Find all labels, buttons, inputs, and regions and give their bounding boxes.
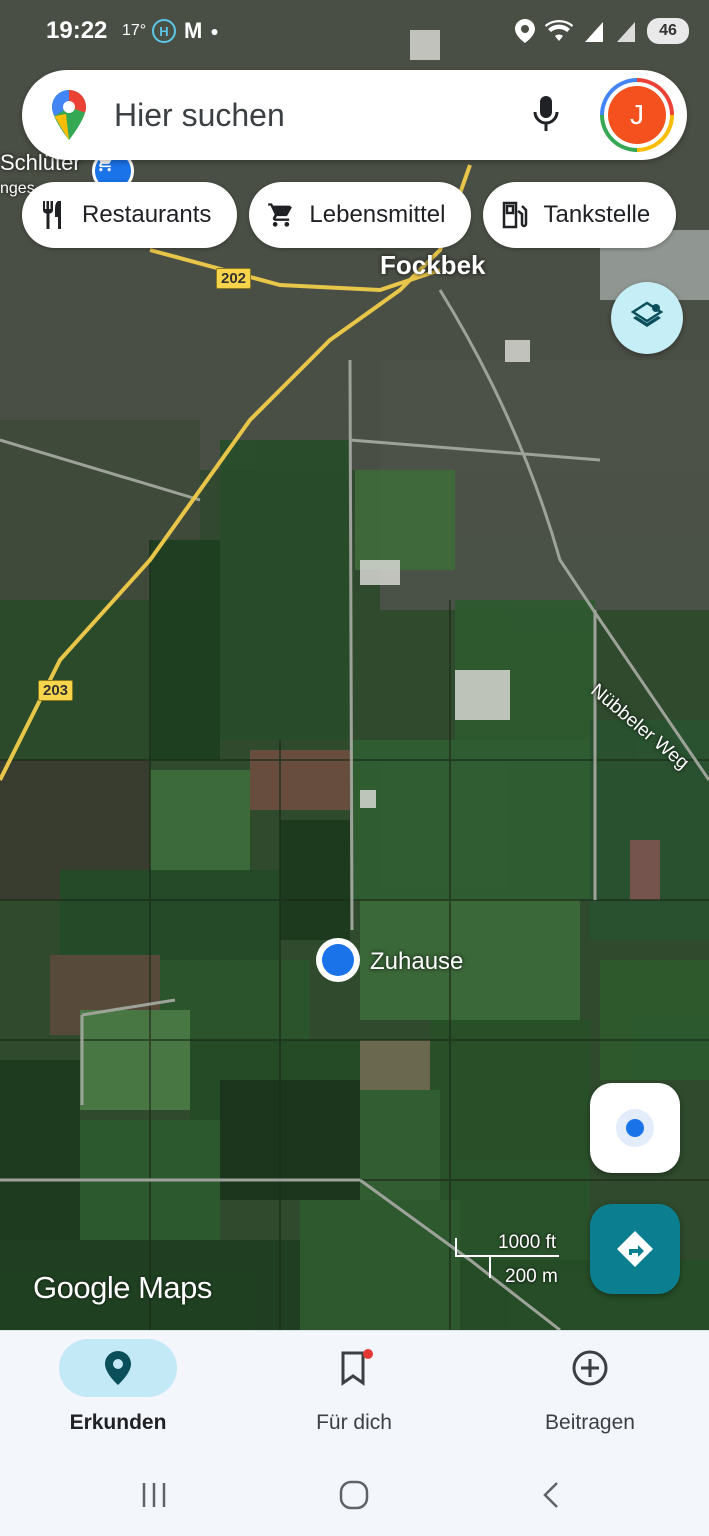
- signal-icon-2: [617, 22, 635, 42]
- road-shield-202: 202: [216, 268, 252, 289]
- chip-lebensmittel[interactable]: Lebensmittel: [249, 182, 472, 248]
- back-button[interactable]: [532, 1478, 572, 1512]
- search-input[interactable]: Hier suchen: [114, 97, 285, 134]
- layers-icon: [630, 301, 664, 327]
- nav-label: Erkunden: [69, 1411, 167, 1434]
- location-status-icon: [515, 19, 535, 43]
- my-location-button[interactable]: [590, 1083, 680, 1173]
- dot-icon: ●: [210, 23, 219, 39]
- chip-label: Tankstelle: [543, 201, 651, 228]
- chip-restaurants[interactable]: Restaurants: [22, 182, 238, 248]
- nav-label: Für dich: [316, 1411, 392, 1434]
- notification-dot: [363, 1349, 373, 1359]
- avatar: J: [608, 86, 666, 144]
- gas-station-icon: [501, 201, 529, 229]
- category-chips: Restaurants Lebensmittel Tankstelle: [22, 182, 677, 248]
- status-temperature: 17°: [122, 22, 147, 39]
- add-circle-icon: [572, 1350, 608, 1386]
- shopping-cart-icon: [267, 201, 295, 229]
- gmail-icon: M: [184, 18, 203, 43]
- nav-label: Beitragen: [545, 1411, 635, 1434]
- status-bar: 19:22 17° H M ● 46: [0, 0, 709, 64]
- wifi-icon: [545, 19, 573, 41]
- google-maps-logo-icon: [52, 90, 86, 140]
- chip-label: Lebensmittel: [309, 201, 446, 228]
- nav-fuer-dich[interactable]: Für dich: [236, 1331, 472, 1453]
- explore-pin-icon: [105, 1351, 131, 1385]
- town-label[interactable]: Fockbek: [380, 250, 486, 281]
- directions-button[interactable]: [590, 1204, 680, 1294]
- road-shield-203: 203: [38, 680, 74, 701]
- layers-button[interactable]: [611, 282, 683, 354]
- nav-beitragen[interactable]: Beitragen: [472, 1331, 708, 1453]
- signal-icon-1: [585, 22, 603, 42]
- chip-label: Restaurants: [82, 201, 212, 228]
- nav-erkunden[interactable]: Erkunden: [0, 1331, 236, 1453]
- recent-apps-button[interactable]: [134, 1478, 174, 1512]
- home-button[interactable]: [334, 1478, 374, 1512]
- directions-icon: [617, 1231, 653, 1267]
- home-label[interactable]: Zuhause: [370, 948, 463, 976]
- status-time: 19:22: [46, 17, 108, 44]
- weather-icon: H: [152, 19, 176, 43]
- search-bar[interactable]: Hier suchen J: [22, 70, 687, 160]
- scale-bar: 1000 ft 200 m: [454, 1230, 569, 1287]
- google-maps-watermark: Google Maps: [33, 1270, 212, 1305]
- my-location-icon: [616, 1109, 654, 1147]
- scale-meters-label: 200 m: [505, 1266, 558, 1287]
- microphone-icon[interactable]: [532, 94, 560, 134]
- home-icon: [339, 1480, 369, 1510]
- home-location-marker[interactable]: [314, 936, 362, 984]
- account-avatar-button[interactable]: J: [600, 78, 674, 152]
- chip-tankstelle[interactable]: Tankstelle: [483, 182, 677, 248]
- back-icon: [543, 1482, 558, 1508]
- bottom-navigation: Erkunden Für dich Beitragen: [0, 1330, 709, 1452]
- fork-knife-icon: [40, 201, 68, 229]
- system-navigation-bar: [0, 1452, 709, 1536]
- scale-feet-label: 1000 ft: [498, 1232, 557, 1253]
- battery-indicator: 46: [647, 18, 689, 44]
- recent-apps-icon: [142, 1483, 166, 1507]
